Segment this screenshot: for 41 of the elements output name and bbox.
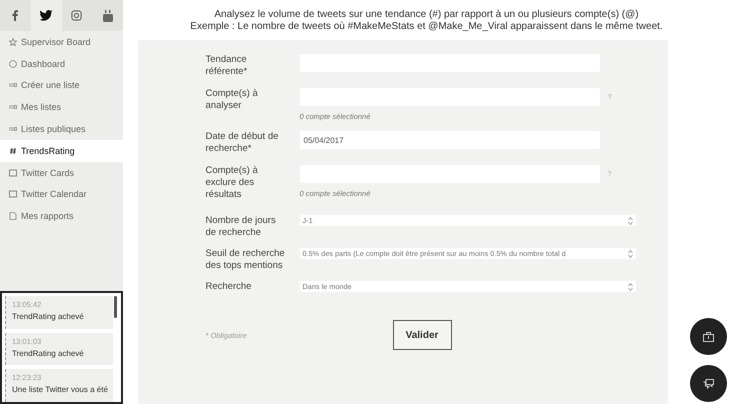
menu-item[interactable]: Mes rapports [0,205,123,228]
briefcase-button[interactable] [690,318,727,355]
chat-button[interactable] [690,365,727,402]
scrollbar-thumb[interactable] [114,296,117,318]
input-field[interactable]: 05/04/2017 [300,131,600,149]
updown-arrow-icon [628,282,632,290]
updown-arrow-icon [628,216,632,224]
bird-icon [39,10,54,21]
menu-item[interactable]: TrendsRating [0,140,123,162]
twitter-tab[interactable] [30,0,62,31]
field-label: Date de début de recherche* [206,131,280,155]
menu-item[interactable]: Dashboard [0,52,123,75]
menu-item[interactable]: Créer une liste [0,74,123,96]
description-text: Exemple : Le nombre de tweets où #MakeMeStats et @Make_Me_Viral apparaissent dans le même tweet. [190,21,663,33]
chat-icon [703,378,714,388]
field-label: Compte(s) à exclure des résultats [206,165,259,201]
facebook-icon [12,10,18,21]
notification-message: TrendRating achevé [12,312,85,321]
menu-item[interactable]: Twitter Cards [0,162,123,184]
menu-item[interactable]: Listes publiques [0,118,123,140]
menu-item[interactable]: Supervisor Board [0,31,123,53]
field-label: Tendance référente* [206,54,248,78]
camera-icon [71,10,82,21]
notification-message: TrendRating achevé [12,348,85,358]
lines-icon [9,103,17,112]
description-text: Analysez le volume de tweets sur une tendance (#) par rapport à un ou plusieurs compte(s) (@) [213,9,640,21]
tv-icon [102,10,113,22]
hash-icon [9,146,17,155]
clock-icon [9,60,17,68]
report-icon [9,212,17,220]
field-label: Nombre de jours de recherche [206,215,277,239]
menu-item[interactable]: Twitter Calendar [0,184,123,206]
star-icon [9,38,17,46]
updown-arrow-icon [628,250,632,258]
field-label: Seuil de recherche des tops mentions [206,248,286,272]
field-label: Recherche [206,281,252,293]
notification-message: Une liste Twitter vous a été [12,385,108,394]
submit-button[interactable]: Valider [392,320,452,350]
field-label: Compte(s) à analyser [206,88,259,113]
menu-item[interactable]: Mes listes [0,96,123,118]
briefcase-icon [703,332,714,342]
